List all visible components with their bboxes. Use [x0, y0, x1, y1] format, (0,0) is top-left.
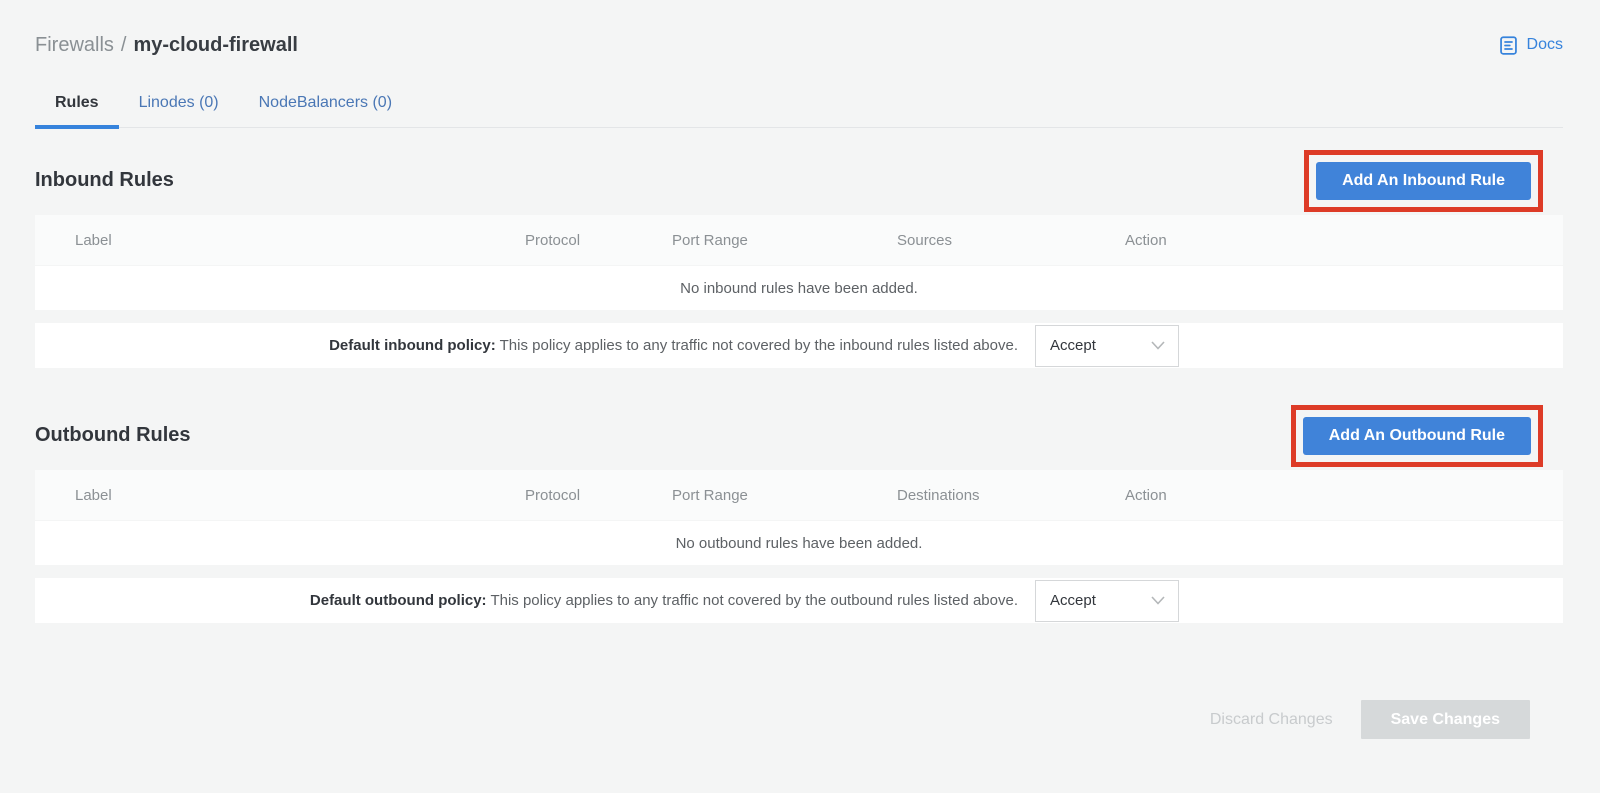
outbound-column-port-range: Port Range: [672, 487, 897, 504]
outbound-empty-state: No outbound rules have been added.: [35, 521, 1563, 565]
outbound-column-protocol: Protocol: [525, 487, 672, 504]
outbound-policy-select[interactable]: Accept: [1035, 580, 1179, 622]
tab-linodes[interactable]: Linodes (0): [119, 84, 239, 127]
inbound-rules-section: Inbound Rules Add An Inbound Rule Label …: [35, 149, 1563, 368]
inbound-empty-state: No inbound rules have been added.: [35, 266, 1563, 310]
inbound-section-header: Inbound Rules Add An Inbound Rule: [35, 149, 1563, 212]
breadcrumb-current-firewall: my-cloud-firewall: [133, 34, 297, 56]
inbound-rules-table: Label Protocol Port Range Sources Action…: [35, 215, 1563, 368]
inbound-policy-select[interactable]: Accept: [1035, 325, 1179, 367]
annotation-highlight-inbound: Add An Inbound Rule: [1304, 150, 1543, 212]
inbound-column-sources: Sources: [897, 232, 1125, 249]
outbound-column-action: Action: [1125, 487, 1563, 504]
breadcrumb: Firewalls / my-cloud-firewall: [35, 34, 298, 57]
outbound-rules-title: Outbound Rules: [35, 424, 191, 447]
inbound-column-label: Label: [35, 232, 525, 249]
breadcrumb-separator: /: [121, 34, 127, 56]
outbound-policy-row: Default outbound policy: This policy app…: [35, 578, 1563, 623]
inbound-column-protocol: Protocol: [525, 232, 672, 249]
add-inbound-rule-button[interactable]: Add An Inbound Rule: [1316, 162, 1531, 200]
inbound-policy-row: Default inbound policy: This policy appl…: [35, 323, 1563, 368]
docs-link[interactable]: Docs: [1498, 35, 1563, 56]
tab-bar: Rules Linodes (0) NodeBalancers (0): [35, 84, 1563, 128]
inbound-rules-title: Inbound Rules: [35, 169, 174, 192]
discard-changes-button[interactable]: Discard Changes: [1210, 711, 1333, 729]
tab-nodebalancers[interactable]: NodeBalancers (0): [239, 84, 412, 127]
outbound-policy-help-text: This policy applies to any traffic not c…: [490, 592, 1018, 609]
row-divider: [35, 565, 1563, 578]
docs-icon: [1498, 35, 1519, 56]
outbound-column-destinations: Destinations: [897, 487, 1125, 504]
top-bar: Firewalls / my-cloud-firewall Docs: [35, 30, 1563, 60]
inbound-policy-label: Default inbound policy:: [329, 337, 496, 354]
save-changes-button[interactable]: Save Changes: [1361, 700, 1530, 739]
inbound-policy-description: Default inbound policy: This policy appl…: [329, 337, 1018, 354]
breadcrumb-firewalls-link[interactable]: Firewalls: [35, 34, 114, 56]
form-actions: Discard Changes Save Changes: [35, 700, 1563, 739]
inbound-policy-selected-value: Accept: [1050, 337, 1096, 354]
row-divider: [35, 310, 1563, 323]
inbound-column-port-range: Port Range: [672, 232, 897, 249]
docs-label: Docs: [1527, 36, 1563, 54]
inbound-policy-help-text: This policy applies to any traffic not c…: [500, 337, 1018, 354]
inbound-column-action: Action: [1125, 232, 1563, 249]
outbound-policy-selected-value: Accept: [1050, 592, 1096, 609]
firewall-detail-page: Firewalls / my-cloud-firewall Docs Rules L…: [0, 30, 1600, 739]
outbound-rules-section: Outbound Rules Add An Outbound Rule Labe…: [35, 404, 1563, 623]
inbound-table-header: Label Protocol Port Range Sources Action: [35, 215, 1563, 265]
chevron-down-icon: [1151, 341, 1165, 350]
add-outbound-rule-button[interactable]: Add An Outbound Rule: [1303, 417, 1531, 455]
tab-rules[interactable]: Rules: [35, 84, 119, 127]
annotation-highlight-outbound: Add An Outbound Rule: [1291, 405, 1543, 467]
outbound-column-label: Label: [35, 487, 525, 504]
outbound-section-header: Outbound Rules Add An Outbound Rule: [35, 404, 1563, 467]
outbound-policy-label: Default outbound policy:: [310, 592, 487, 609]
outbound-table-header: Label Protocol Port Range Destinations A…: [35, 470, 1563, 520]
chevron-down-icon: [1151, 596, 1165, 605]
outbound-rules-table: Label Protocol Port Range Destinations A…: [35, 470, 1563, 623]
outbound-policy-description: Default outbound policy: This policy app…: [310, 592, 1018, 609]
